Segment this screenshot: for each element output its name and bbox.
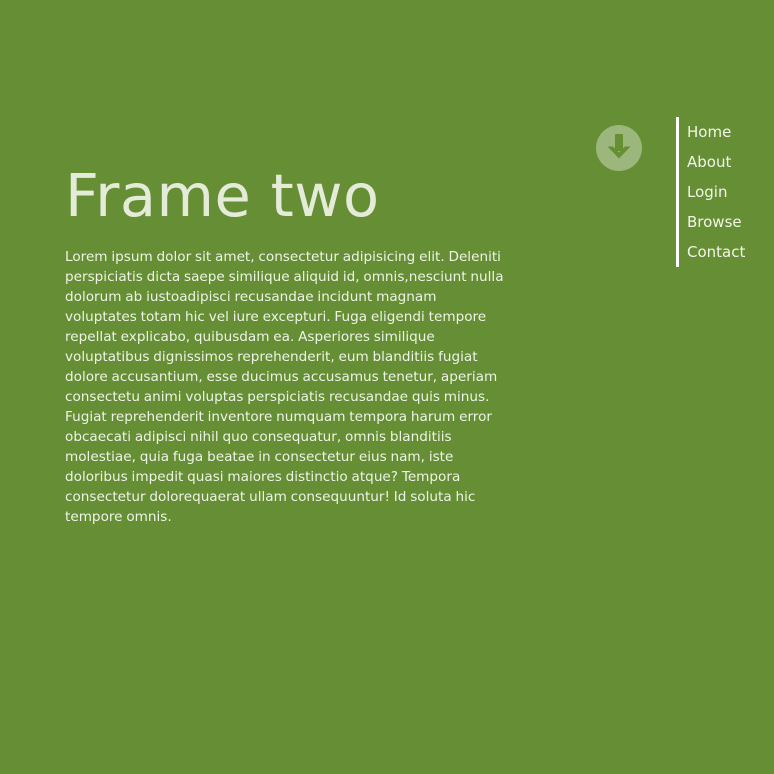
nav-item-home[interactable]: Home (687, 117, 774, 147)
main-nav: Home About Login Browse Contact (676, 117, 774, 267)
scroll-down-button[interactable] (596, 125, 642, 171)
nav-item-contact[interactable]: Contact (687, 237, 774, 267)
body-paragraph: Lorem ipsum dolor sit amet, consectetur … (65, 249, 504, 525)
nav-item-about[interactable]: About (687, 147, 774, 177)
nav-item-login[interactable]: Login (687, 177, 774, 207)
page-title: Frame two (65, 161, 380, 230)
arrow-down-circle-icon (596, 125, 642, 171)
nav-item-browse[interactable]: Browse (687, 207, 774, 237)
